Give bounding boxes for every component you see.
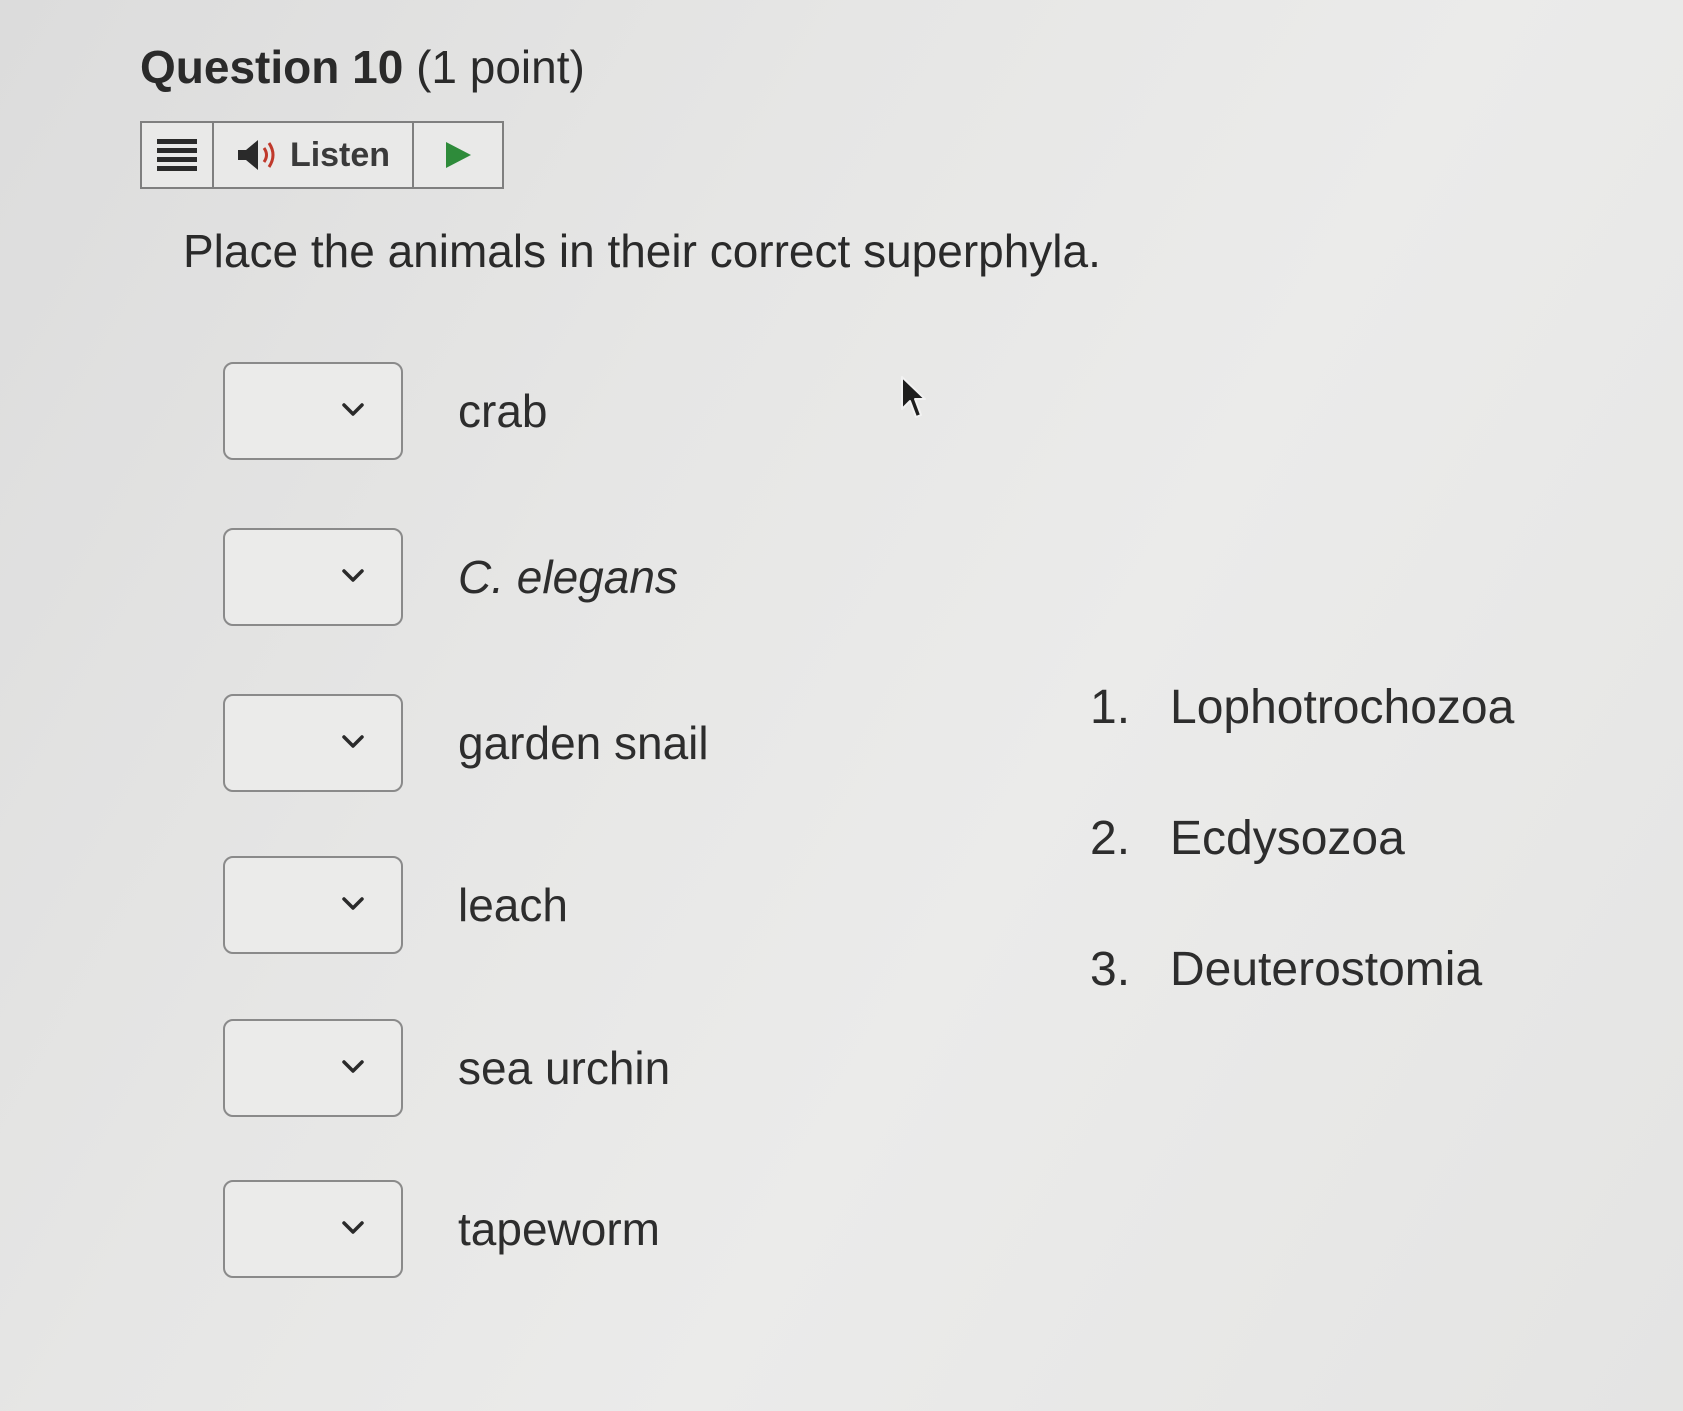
question-header: Question 10 (1 point) [140, 40, 585, 94]
chevron-down-icon [342, 1221, 364, 1234]
read-aloud-toolbar: Listen [140, 121, 504, 189]
match-item-label: garden snail [458, 717, 709, 769]
option-label: Ecdysozoa [1170, 812, 1405, 865]
question-prompt: Place the animals in their correct super… [183, 225, 1101, 277]
match-item-label: C. elegans [458, 551, 678, 603]
option-number: 1. [1090, 681, 1131, 734]
play-button[interactable] [414, 123, 502, 187]
answer-select[interactable] [223, 362, 403, 460]
match-item-label: leach [458, 879, 568, 931]
match-item-label: tapeworm [458, 1203, 660, 1255]
option-number: 3. [1090, 943, 1131, 996]
chevron-down-icon [342, 403, 364, 416]
answer-select[interactable] [223, 856, 403, 954]
chevron-down-icon [342, 897, 364, 910]
answer-select[interactable] [223, 528, 403, 626]
question-points: (1 point) [416, 41, 585, 93]
chevron-down-icon [342, 569, 364, 582]
listen-button[interactable]: Listen [214, 123, 414, 187]
chevron-down-icon [342, 1060, 364, 1073]
read-aloud-menu-button[interactable] [142, 123, 214, 187]
speaker-icon [237, 140, 275, 170]
option-lophotrochozoa: 1. Lophotrochozoa [1090, 680, 1514, 811]
mouse-cursor-icon [901, 376, 926, 418]
match-item-label: crab [458, 385, 548, 437]
superphyla-options-list: 1. Lophotrochozoa 2. Ecdysozoa 3. Deuterost… [1090, 680, 1514, 1073]
answer-select[interactable] [223, 1180, 403, 1278]
answer-select[interactable] [223, 694, 403, 792]
match-item-label: sea urchin [458, 1042, 671, 1094]
option-deuterostomia: 3. Deuterostomia [1090, 942, 1514, 1073]
option-number: 2. [1090, 812, 1131, 865]
play-icon [446, 142, 471, 168]
answer-select[interactable] [223, 1019, 403, 1117]
question-title: Question 10 [140, 41, 404, 93]
menu-icon [157, 139, 197, 171]
listen-label: Listen [289, 135, 391, 174]
option-label: Lophotrochozoa [1170, 681, 1515, 734]
chevron-down-icon [342, 735, 364, 748]
option-label: Deuterostomia [1170, 943, 1483, 996]
option-ecdysozoa: 2. Ecdysozoa [1090, 811, 1514, 942]
